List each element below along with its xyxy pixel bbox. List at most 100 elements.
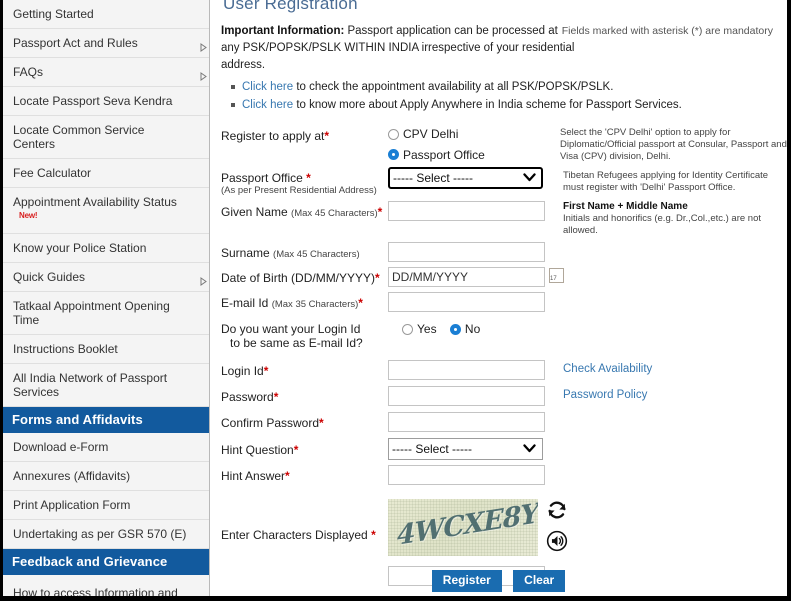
email-field[interactable] xyxy=(388,292,545,312)
mandatory-fields-note: Fields marked with asterisk (*) are mand… xyxy=(561,25,773,37)
sidebar-item-instructions-booklet[interactable]: Instructions Booklet xyxy=(3,335,209,364)
appointment-availability-text: to check the appointment availability at… xyxy=(293,81,614,93)
new-badge: New! xyxy=(19,211,38,220)
sidebar-item-undertaking-gsr-570[interactable]: Undertaking as per GSR 570 (E) xyxy=(3,520,209,549)
sidebar-item-label: Fee Calculator xyxy=(13,166,92,180)
label-text: Hint Answer xyxy=(221,469,286,483)
sidebar-item-passport-act-and-rules[interactable]: Passport Act and Rules xyxy=(3,29,209,58)
hint-answer-input[interactable] xyxy=(388,465,545,485)
appointment-availability-link[interactable]: Click here xyxy=(242,81,293,93)
surname-control xyxy=(388,242,553,262)
hint-question-label: Hint Question* xyxy=(221,438,388,457)
clear-button[interactable]: Clear xyxy=(513,570,566,592)
radio-cpv-delhi[interactable]: CPV Delhi xyxy=(388,125,553,143)
calendar-icon-day: 17 xyxy=(550,276,557,282)
important-information-label: Important Information: xyxy=(221,25,345,37)
date-of-birth-input[interactable] xyxy=(388,267,545,287)
sidebar-item-fee-calculator[interactable]: Fee Calculator xyxy=(3,159,209,188)
hint-question-select[interactable]: ----- Select ----- xyxy=(388,438,543,460)
sidebar-item-getting-started[interactable]: Getting Started xyxy=(3,0,209,29)
sidebar-item-how-to-access-information-and-log-grievance[interactable]: How to access Information and log Grieva… xyxy=(3,575,209,596)
given-name-control xyxy=(388,201,553,221)
label-text: Passport Office xyxy=(221,171,307,185)
sidebar-item-label: Tatkaal Appointment Opening Time xyxy=(13,299,170,327)
confirm-password-control xyxy=(388,412,553,432)
important-information-block: Fields marked with asterisk (*) are mand… xyxy=(210,20,787,113)
sidebar-item-annexures-affidavits[interactable]: Annexures (Affidavits) xyxy=(3,462,209,491)
login-same-as-email-control: Yes No xyxy=(388,318,553,338)
sidebar-item-label: FAQs xyxy=(13,65,44,79)
given-name-hint-text: Initials and honorifics (e.g. Dr.,Col.,e… xyxy=(563,213,762,236)
radio-button-passport-office[interactable] xyxy=(388,149,399,160)
sidebar-item-appointment-availability-status[interactable]: Appointment Availability Status New! xyxy=(3,188,209,234)
radio-button-cpv-delhi[interactable] xyxy=(388,128,399,140)
radio-passport-office[interactable]: Passport Office xyxy=(388,146,553,164)
field-row-password: Password* Password Policy xyxy=(221,386,787,406)
list-item: Click here to know more about Apply Anyw… xyxy=(231,98,775,113)
important-information-text: Important Information: Passport applicat… xyxy=(221,23,576,74)
field-row-login-id: Login Id* Check Availability xyxy=(221,360,787,380)
hint-question-select-wrap[interactable]: ----- Select ----- xyxy=(388,438,543,460)
confirm-password-field[interactable] xyxy=(388,412,545,432)
sidebar-item-faqs[interactable]: FAQs xyxy=(3,58,209,87)
radio-button-yes[interactable] xyxy=(402,323,413,335)
sidebar-item-all-india-network-of-passport-services[interactable]: All India Network of Passport Services xyxy=(3,364,209,407)
app-window: Getting Started Passport Act and Rules F… xyxy=(0,0,791,601)
field-row-register-to-apply-at: Register to apply at* CPV Delhi Passport… xyxy=(221,125,787,163)
sidebar-item-download-e-form[interactable]: Download e-Form xyxy=(3,433,209,462)
apply-anywhere-link[interactable]: Click here xyxy=(242,99,293,111)
passport-office-label: Passport Office * (As per Present Reside… xyxy=(221,167,388,196)
required-asterisk: * xyxy=(319,416,324,430)
sidebar-item-locate-passport-seva-kendra[interactable]: Locate Passport Seva Kendra xyxy=(3,87,209,116)
password-hint: Password Policy xyxy=(553,386,787,402)
required-asterisk: * xyxy=(306,171,311,185)
passport-office-select[interactable]: ----- Select ----- xyxy=(388,167,543,189)
login-same-radio-group: Yes No xyxy=(388,318,553,338)
password-control xyxy=(388,386,553,406)
required-asterisk: * xyxy=(375,271,380,285)
radio-cpv-delhi-item[interactable]: CPV Delhi xyxy=(388,127,458,141)
radio-button-no[interactable] xyxy=(449,323,461,335)
email-control xyxy=(388,292,553,312)
sidebar-item-print-application-form[interactable]: Print Application Form xyxy=(3,491,209,520)
check-availability-link[interactable]: Check Availability xyxy=(563,363,652,375)
sidebar-item-tatkaal-appointment-opening-time[interactable]: Tatkaal Appointment Opening Time xyxy=(3,292,209,335)
calendar-icon[interactable]: 17 xyxy=(549,268,564,283)
radio-yes-item[interactable]: Yes xyxy=(402,322,437,336)
passport-office-select-wrap[interactable]: ----- Select ----- xyxy=(388,167,543,189)
speaker-icon[interactable] xyxy=(546,530,574,555)
label-text: E-mail Id xyxy=(221,296,272,310)
sidebar-item-quick-guides[interactable]: Quick Guides xyxy=(3,263,209,292)
chevron-right-icon xyxy=(194,39,207,52)
sidebar-item-locate-common-service-centers[interactable]: Locate Common Service Centers xyxy=(3,116,209,159)
captcha-image-text: 4WCXE8YY xyxy=(396,499,538,552)
given-name-hint: First Name + Middle Name Initials and ho… xyxy=(553,201,787,237)
sidebar-item-know-your-police-station[interactable]: Know your Police Station xyxy=(3,234,209,263)
surname-input[interactable] xyxy=(388,242,545,262)
refresh-icon[interactable] xyxy=(546,499,574,524)
hint-question-hint xyxy=(553,438,787,439)
password-policy-link[interactable]: Password Policy xyxy=(563,389,647,401)
required-asterisk: * xyxy=(263,364,269,378)
email-label: E-mail Id (Max 35 Characters)* xyxy=(221,292,388,312)
sidebar: Getting Started Passport Act and Rules F… xyxy=(3,0,210,596)
radio-passport-office-item[interactable]: Passport Office xyxy=(388,148,485,162)
field-row-hint-answer: Hint Answer* xyxy=(221,465,787,485)
email-hint xyxy=(553,292,787,293)
sidebar-item-label: Download e-Form xyxy=(13,440,109,454)
sidebar-item-label: Instructions Booklet xyxy=(13,342,118,356)
sidebar-item-label: Quick Guides xyxy=(13,270,86,284)
register-button[interactable]: Register xyxy=(431,570,502,592)
login-id-input[interactable] xyxy=(388,360,545,380)
field-row-surname: Surname (Max 45 Characters) xyxy=(221,242,787,262)
passport-office-control: ----- Select ----- xyxy=(388,167,553,189)
given-name-input[interactable] xyxy=(388,201,545,221)
password-field[interactable] xyxy=(388,386,545,406)
form-action-bar: Register Clear xyxy=(210,570,787,592)
radio-label: Yes xyxy=(417,322,437,336)
passport-office-hint: Tibetan Refugees applying for Identity C… xyxy=(563,170,769,193)
captcha-actions xyxy=(546,499,574,561)
radio-no-item[interactable]: No xyxy=(449,322,480,336)
required-asterisk: * xyxy=(285,469,290,483)
hint-question-control: ----- Select ----- xyxy=(388,438,553,460)
